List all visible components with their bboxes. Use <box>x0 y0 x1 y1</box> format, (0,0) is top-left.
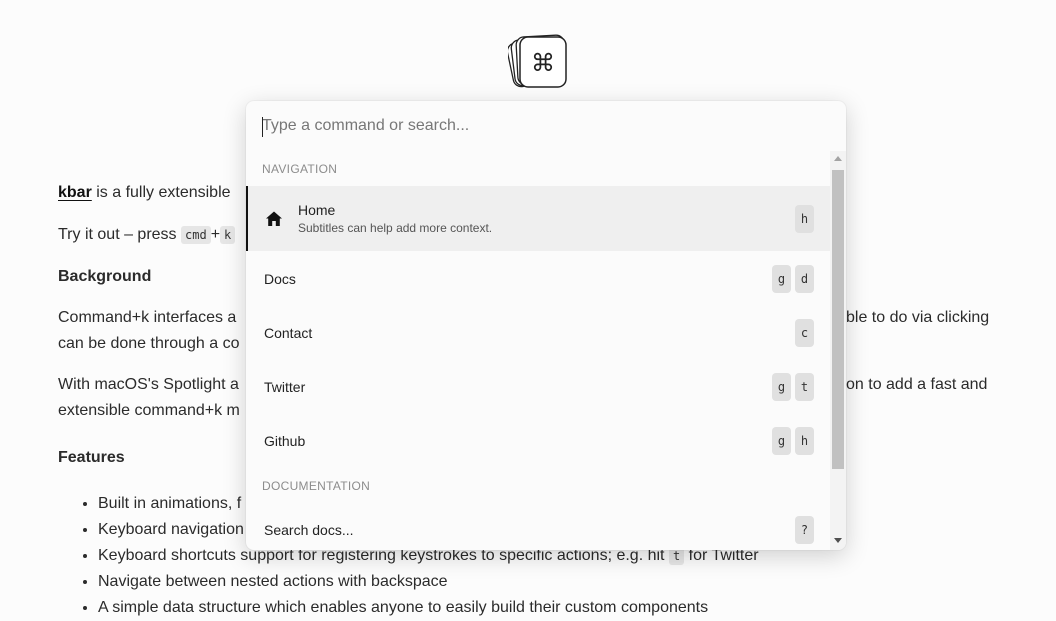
shortcut-key: g <box>772 265 791 293</box>
result-subtitle: Subtitles can help add more context. <box>298 221 493 235</box>
shortcut-key: d <box>795 265 814 293</box>
shortcut-key: h <box>795 204 814 233</box>
result-item-twitter[interactable]: Twitter g t <box>246 360 830 414</box>
background-heading: Background <box>58 268 152 285</box>
try-text: Try it out – press <box>58 226 181 243</box>
mac-line1-left: With macOS's Spotlight a <box>58 376 239 393</box>
shortcut-key: h <box>795 427 814 455</box>
shortcut-keys: g t <box>772 373 814 401</box>
bg-line1-right: ble to do via clicking <box>846 309 990 326</box>
result-item-github[interactable]: Github g h <box>246 414 830 468</box>
shortcut-key: t <box>795 373 814 401</box>
shortcut-keys: g d <box>772 265 814 293</box>
result-item-search-docs[interactable]: Search docs... ? <box>246 503 830 550</box>
shortcut-keys: c <box>795 319 814 347</box>
section-documentation: DOCUMENTATION <box>262 479 371 493</box>
shortcut-key: ? <box>795 516 814 544</box>
shortcut-key: g <box>772 373 791 401</box>
svg-text:⌘: ⌘ <box>531 49 555 77</box>
results-scrollbar[interactable] <box>830 151 846 550</box>
results-list: NAVIGATION Home Subtitles can help add m… <box>246 151 830 550</box>
scroll-thumb[interactable] <box>832 170 844 469</box>
result-title: Search docs... <box>264 522 354 538</box>
kbar-link[interactable]: kbar <box>58 184 92 201</box>
result-title: Home <box>298 202 336 218</box>
k-key: k <box>220 226 236 244</box>
text-cursor <box>262 117 263 137</box>
kbar-logo: ⌘ <box>506 31 568 89</box>
intro-text: is a fully extensible <box>91 184 231 201</box>
cmd-key: cmd <box>181 226 211 244</box>
section-navigation: NAVIGATION <box>262 162 338 176</box>
mac-line2-left: extensible command+k m <box>58 402 240 419</box>
result-title: Twitter <box>264 379 306 395</box>
feature-item: Navigate between nested actions with bac… <box>98 569 759 595</box>
shortcut-key: c <box>795 319 814 347</box>
features-heading: Features <box>58 449 125 466</box>
intro-paragraph: kbar is a fully extensible <box>58 180 231 206</box>
result-item-contact[interactable]: Contact c <box>246 306 830 360</box>
home-icon <box>264 209 284 229</box>
shortcut-key: g <box>772 427 791 455</box>
bg-line2-left: can be done through a co <box>58 335 240 352</box>
shortcut-keys: g h <box>772 427 814 455</box>
command-palette: NAVIGATION Home Subtitles can help add m… <box>246 101 846 550</box>
plus-text: + <box>210 226 221 243</box>
result-item-docs[interactable]: Docs g d <box>246 251 830 307</box>
result-title: Github <box>264 433 306 449</box>
result-item-home[interactable]: Home Subtitles can help add more context… <box>246 186 830 251</box>
feature-item: A simple data structure which enables an… <box>98 595 759 621</box>
result-title: Docs <box>264 271 296 287</box>
result-title: Contact <box>264 325 313 341</box>
search-input[interactable] <box>262 113 822 139</box>
shortcut-keys: ? <box>795 516 814 544</box>
scroll-up-arrow-icon[interactable] <box>834 156 842 161</box>
mac-line1-right: on to add a fast and <box>846 376 988 393</box>
bg-line1-left: Command+k interfaces a <box>58 309 237 326</box>
shortcut-keys: h <box>795 204 814 233</box>
try-paragraph: Try it out – press cmd + k <box>58 222 236 248</box>
scroll-down-arrow-icon[interactable] <box>834 538 842 543</box>
